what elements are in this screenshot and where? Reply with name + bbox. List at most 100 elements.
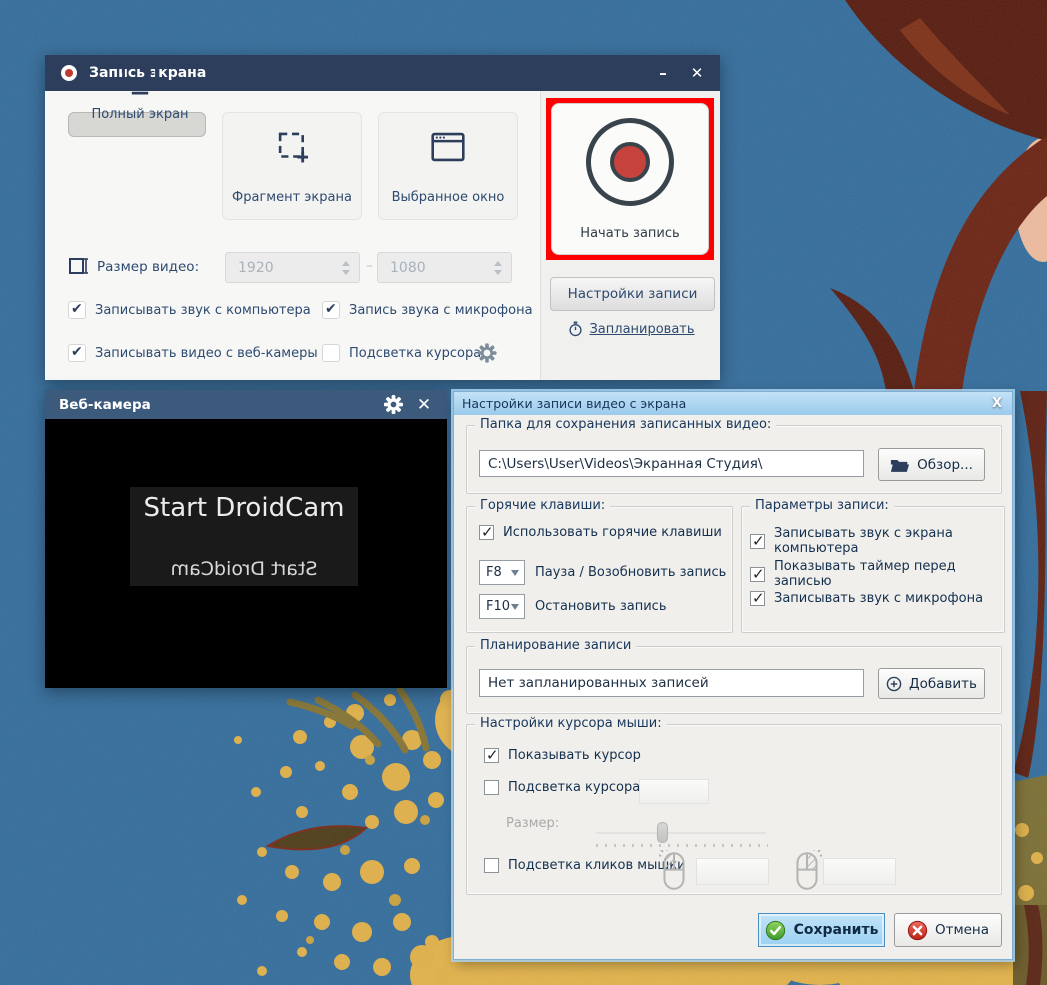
webcam-settings-gear-icon[interactable] xyxy=(384,395,403,414)
scheduled-recordings-field[interactable]: Нет запланированных записей xyxy=(479,669,864,697)
checkbox[interactable] xyxy=(750,534,765,549)
spinner-down-icon[interactable] xyxy=(342,270,350,275)
monitor-icon xyxy=(120,61,160,97)
mode-fragment-button[interactable]: Фрагмент экрана xyxy=(222,112,362,220)
checkbox[interactable] xyxy=(484,780,499,795)
video-height-spinner[interactable]: 1080 xyxy=(377,252,512,283)
checkbox-show-cursor[interactable]: Показывать курсор xyxy=(484,748,641,763)
record-settings-button[interactable]: Настройки записи xyxy=(550,277,715,311)
start-record-highlight-annotation: Начать запись xyxy=(546,98,714,260)
droidcam-text-mirrored: Start DroidCam xyxy=(130,558,358,580)
spinner-up-icon[interactable] xyxy=(494,261,502,266)
droidcam-text: Start DroidCam xyxy=(130,493,358,523)
checkbox-record-screen-audio[interactable]: Записывать звук с экрана компьютера xyxy=(750,526,1012,556)
video-size-icon xyxy=(68,255,88,277)
checkbox-use-hotkeys[interactable]: Использовать горячие клавиши xyxy=(479,525,722,540)
add-schedule-label: Добавить xyxy=(909,676,977,692)
checkbox-label: Подсветка курсора xyxy=(508,780,640,795)
dropdown-arrow-icon xyxy=(511,604,519,610)
cancel-label: Отмена xyxy=(935,922,989,938)
plus-circle-icon xyxy=(886,676,902,692)
minimize-button[interactable]: – xyxy=(646,55,680,91)
cross-circle-icon xyxy=(907,920,928,941)
mode-window-button[interactable]: Выбранное окно xyxy=(378,112,518,220)
checkbox[interactable] xyxy=(322,301,340,319)
schedule-link[interactable]: Запланировать xyxy=(550,321,713,337)
record-settings-dialog: Настройки записи видео с экрана X Папка … xyxy=(453,391,1013,960)
record-app-icon xyxy=(61,65,77,81)
add-schedule-button[interactable]: Добавить xyxy=(878,668,985,699)
save-button[interactable]: Сохранить xyxy=(758,913,885,947)
checkbox-record-system-audio[interactable]: Записывать звук с компьютера xyxy=(68,301,311,319)
video-height-value: 1080 xyxy=(390,260,426,276)
checkbox-label: Подсветка курсора xyxy=(349,346,481,361)
cursor-highlight-gear-icon[interactable] xyxy=(477,343,497,363)
record-settings-label: Настройки записи xyxy=(568,286,698,302)
window-icon xyxy=(428,113,468,180)
size-separator: – xyxy=(366,258,373,274)
crop-icon xyxy=(273,113,311,180)
close-button[interactable]: ✕ xyxy=(680,55,714,91)
spinner-up-icon[interactable] xyxy=(342,261,350,266)
video-size-label: Размер видео: xyxy=(97,259,199,275)
video-width-spinner[interactable]: 1920 xyxy=(225,252,360,283)
mode-label: Полный экран xyxy=(91,107,188,122)
webcam-close-icon[interactable]: ✕ xyxy=(411,390,437,419)
schedule-link-label: Запланировать xyxy=(589,322,694,337)
start-record-label: Начать запись xyxy=(580,226,679,241)
dialog-close-icon[interactable]: X xyxy=(986,392,1008,415)
pause-hotkey-label: Пауза / Возобновить запись xyxy=(535,565,726,580)
checkbox-record-mic-audio[interactable]: Запись звука с микрофона xyxy=(322,301,533,319)
checkbox-highlight-cursor[interactable]: Подсветка курсора xyxy=(484,780,640,795)
start-record-button[interactable]: Начать запись xyxy=(551,103,709,255)
checkbox[interactable] xyxy=(484,748,499,763)
checkbox[interactable] xyxy=(322,344,340,362)
save-label: Сохранить xyxy=(794,922,879,938)
checkbox[interactable] xyxy=(68,301,86,319)
slider-thumb[interactable] xyxy=(657,822,668,843)
left-click-color-field[interactable] xyxy=(696,858,769,885)
spinner-down-icon[interactable] xyxy=(494,270,502,275)
cursor-group-legend: Настройки курсора мыши: xyxy=(475,716,667,731)
checkbox[interactable] xyxy=(479,525,494,540)
stop-hotkey-select[interactable]: F10 xyxy=(479,594,525,619)
cursor-highlight-color-field[interactable] xyxy=(639,779,709,804)
dialog-titlebar[interactable]: Настройки записи видео с экрана xyxy=(454,392,1012,415)
folder-group-legend: Папка для сохранения записанных видео: xyxy=(475,417,776,432)
pause-hotkey-select[interactable]: F8 xyxy=(479,560,525,585)
mouse-left-click-icon xyxy=(659,850,689,892)
checkbox-cursor-highlight[interactable]: Подсветка курсора xyxy=(322,344,481,362)
droidcam-overlay: Start DroidCam Start DroidCam xyxy=(130,487,358,586)
checkbox-record-mic[interactable]: Записывать звук с микрофона xyxy=(750,591,983,606)
folder-icon xyxy=(890,457,910,473)
checkbox-label: Показывать курсор xyxy=(508,748,641,763)
checkbox-label: Записывать звук с компьютера xyxy=(95,303,311,318)
mode-full-screen-button[interactable]: Полный экран xyxy=(68,112,206,137)
cancel-button[interactable]: Отмена xyxy=(894,913,1002,947)
checkbox-label: Записывать видео с веб-камеры xyxy=(95,346,318,361)
checkbox[interactable] xyxy=(750,567,765,582)
cursor-size-label: Размер: xyxy=(506,816,559,831)
checkbox-label: Запись звука с микрофона xyxy=(349,303,533,318)
mode-label: Выбранное окно xyxy=(392,190,505,205)
checkbox[interactable] xyxy=(68,344,86,362)
checkbox[interactable] xyxy=(750,591,765,606)
checkbox-click-highlight[interactable]: Подсветка кликов мышки xyxy=(484,858,686,873)
checkbox-label: Использовать горячие клавиши xyxy=(503,525,722,540)
screen-record-window: Запись экрана – ✕ Полный экран Фрагмент … xyxy=(45,55,720,380)
webcam-title: Веб-камера xyxy=(59,397,151,413)
right-click-color-field[interactable] xyxy=(823,858,896,885)
checkbox-record-webcam[interactable]: Записывать видео с веб-камеры xyxy=(68,344,318,362)
save-folder-input[interactable]: C:\Users\User\Videos\Экранная Студия\ xyxy=(479,450,864,477)
slider-ticks xyxy=(596,844,768,847)
checkbox[interactable] xyxy=(484,858,499,873)
mouse-right-click-icon xyxy=(792,850,822,892)
webcam-window: Веб-камера ✕ Start DroidCam Start DroidC… xyxy=(45,390,447,688)
browse-button[interactable]: Обзор... xyxy=(878,448,985,481)
cursor-size-slider[interactable] xyxy=(596,832,766,834)
checkbox-show-timer[interactable]: Показывать таймер перед записью xyxy=(750,559,1012,589)
hotkeys-group-legend: Горячие клавиши: xyxy=(475,498,610,513)
scheduled-recordings-value: Нет запланированных записей xyxy=(488,675,709,691)
check-circle-icon xyxy=(765,920,786,941)
stop-hotkey-label: Остановить запись xyxy=(535,599,667,614)
